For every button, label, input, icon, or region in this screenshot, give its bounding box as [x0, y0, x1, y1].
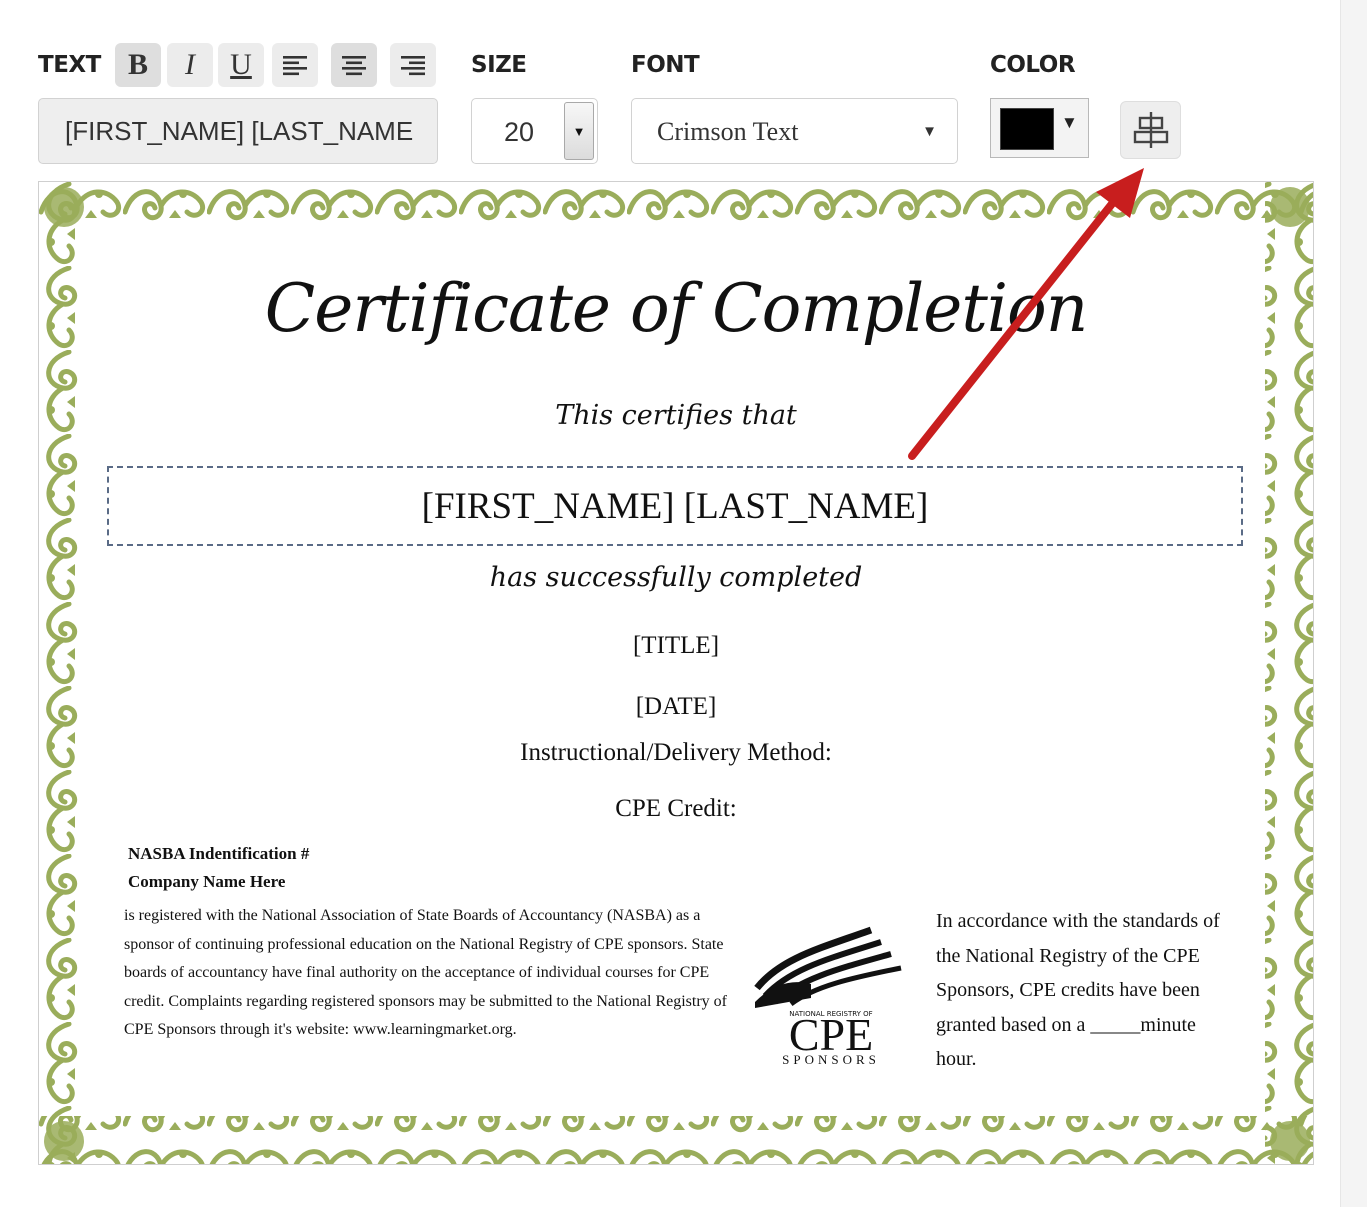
logo-sub-text: SPONSORS [782, 1052, 880, 1067]
font-label: FONT [631, 52, 700, 78]
certifies-text[interactable]: This certifies that [39, 400, 1313, 431]
align-center-button[interactable] [331, 43, 377, 87]
completed-text[interactable]: has successfully completed [39, 562, 1313, 593]
title-placeholder[interactable]: [TITLE] [39, 632, 1313, 660]
text-input[interactable]: [FIRST_NAME] [LAST_NAME [38, 98, 438, 164]
company-name[interactable]: Company Name Here [128, 872, 285, 892]
date-placeholder[interactable]: [DATE] [39, 693, 1313, 721]
underline-icon: U [230, 48, 252, 81]
color-swatch [1000, 108, 1054, 150]
align-left-button[interactable] [272, 43, 318, 87]
size-label: SIZE [471, 52, 527, 78]
caret-down-icon: ▼ [1061, 113, 1078, 132]
align-left-icon [283, 56, 307, 76]
size-value: 20 [504, 117, 535, 147]
text-label: TEXT [38, 52, 101, 78]
recipient-name-placeholder: [FIRST_NAME] [LAST_NAME] [421, 486, 929, 527]
font-select[interactable]: Crimson Text ▼ [631, 98, 958, 164]
caret-down-icon: ▼ [572, 123, 586, 139]
cpe-credit-label[interactable]: CPE Credit: [39, 795, 1313, 823]
bold-button[interactable]: B [115, 43, 161, 87]
nasba-registration-text[interactable]: is registered with the National Associat… [124, 902, 736, 1045]
accordance-text[interactable]: In accordance with the standards of the … [936, 904, 1236, 1077]
center-horizontally-button[interactable] [1120, 101, 1181, 159]
size-spinner-button[interactable]: ▼ [564, 102, 594, 160]
scrollbar-track[interactable] [1340, 0, 1367, 1207]
font-value: Crimson Text [657, 117, 799, 146]
align-right-icon [401, 56, 425, 76]
underline-button[interactable]: U [218, 43, 264, 87]
certificate-canvas[interactable]: Certificate of Completion This certifies… [38, 181, 1314, 1165]
bold-icon: B [127, 48, 148, 81]
align-right-button[interactable] [390, 43, 436, 87]
chevron-down-icon: ▼ [922, 123, 937, 140]
size-stepper[interactable]: 20 ▼ [471, 98, 598, 164]
italic-icon: I [185, 48, 195, 81]
nasba-id-label[interactable]: NASBA Indentification # [128, 844, 309, 864]
align-center-icon [342, 56, 366, 76]
italic-button[interactable]: I [167, 43, 213, 87]
delivery-method-label[interactable]: Instructional/Delivery Method: [39, 739, 1313, 767]
color-label: COLOR [990, 52, 1076, 78]
cpe-sponsors-logo: NATIONAL REGISTRY OF CPE SPONSORS [754, 926, 902, 1067]
name-text-box-selected[interactable]: [FIRST_NAME] [LAST_NAME] [107, 466, 1243, 546]
color-picker[interactable]: ▼ [990, 98, 1089, 158]
center-horizontally-icon [1133, 112, 1168, 148]
certificate-heading[interactable]: Certificate of Completion [39, 270, 1313, 347]
